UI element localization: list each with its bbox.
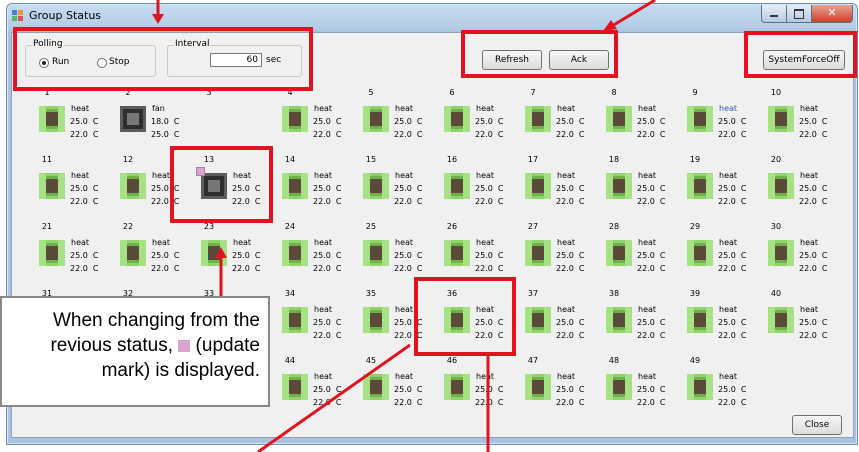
callout-line-1: When changing from the: [52, 310, 260, 331]
callout-line-2-post: (update: [190, 335, 260, 356]
callout-line-2: revious status, (update: [2, 333, 260, 358]
callout-line-2-pre: revious status,: [50, 335, 179, 356]
callout-line-3: mark) is displayed.: [101, 360, 260, 381]
update-mark-callout: When changing from the revious status, (…: [0, 296, 270, 407]
update-mark-swatch: [178, 340, 191, 352]
